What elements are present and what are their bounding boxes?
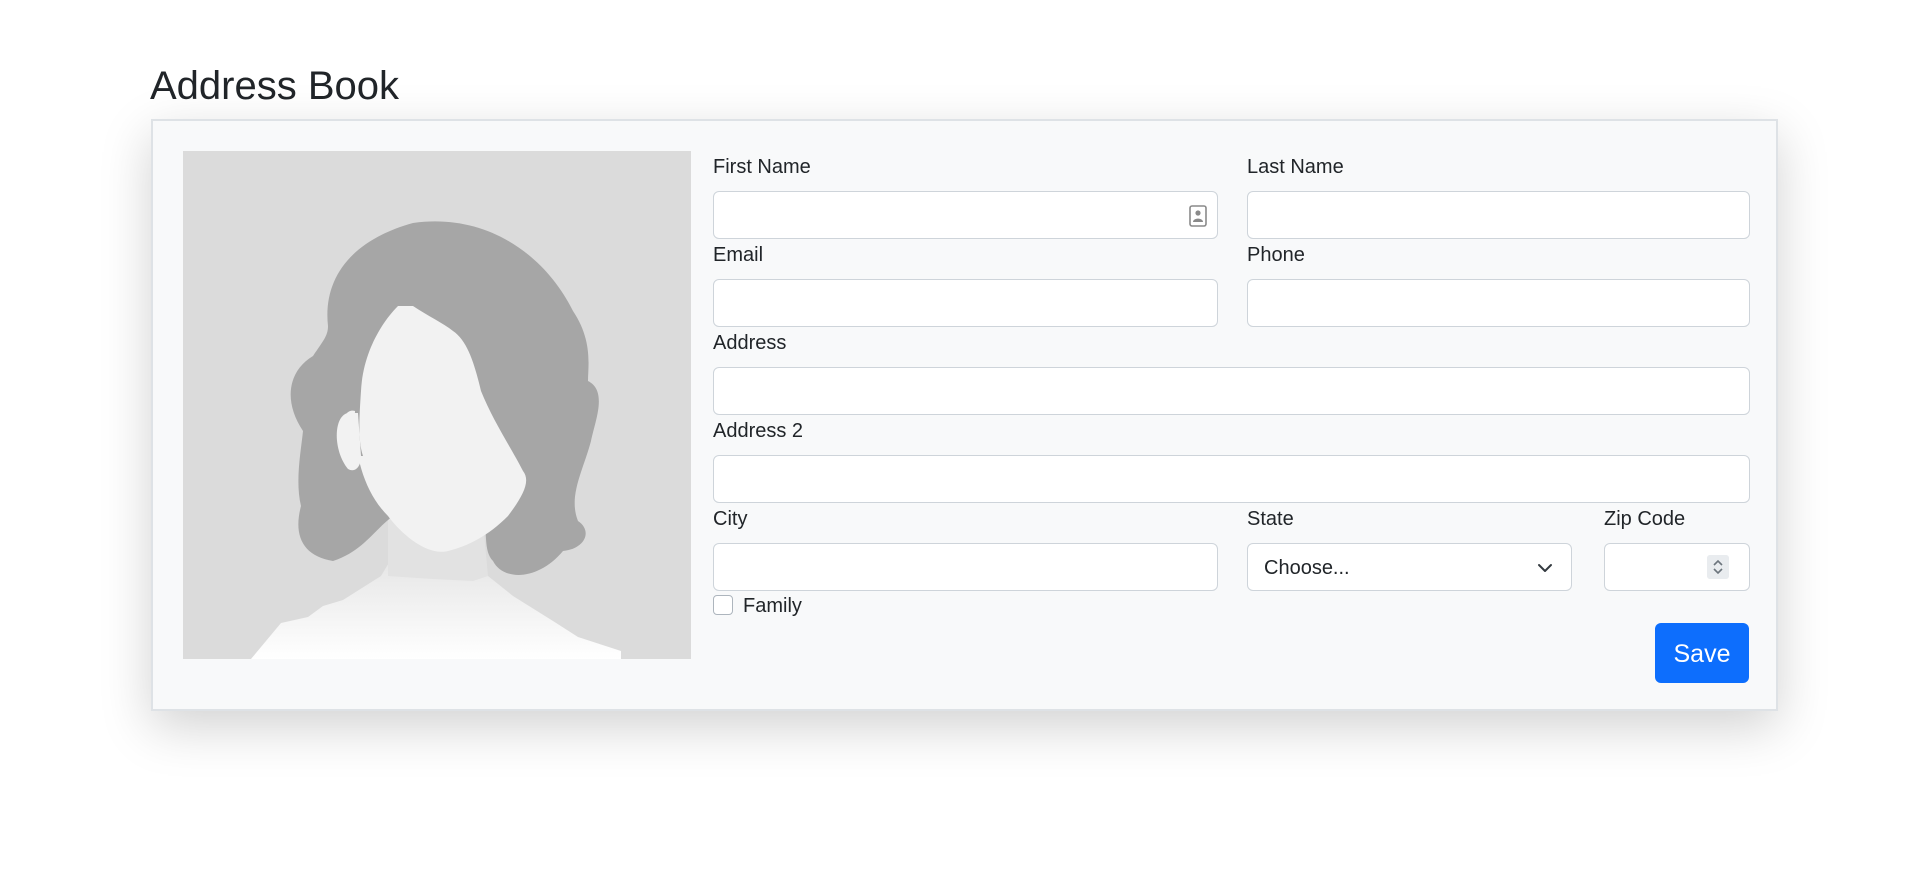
chevron-down-icon xyxy=(1538,564,1552,572)
family-label: Family xyxy=(743,595,802,617)
page-title: Address Book xyxy=(150,64,400,108)
first-name-input[interactable] xyxy=(713,191,1218,239)
person-silhouette-icon xyxy=(251,221,621,659)
address2-label: Address 2 xyxy=(713,420,804,442)
phone-label: Phone xyxy=(1247,244,1305,266)
avatar[interactable] xyxy=(183,151,691,659)
address-input[interactable] xyxy=(713,367,1750,415)
family-checkbox[interactable] xyxy=(713,595,733,615)
last-name-label: Last Name xyxy=(1247,156,1344,178)
state-select[interactable]: Choose... xyxy=(1247,543,1572,591)
contact-card-icon[interactable] xyxy=(1189,205,1207,227)
spinner-arrows-icon[interactable] xyxy=(1707,555,1729,579)
state-selected-value: Choose... xyxy=(1264,557,1350,579)
email-input[interactable] xyxy=(713,279,1218,327)
zip-label: Zip Code xyxy=(1604,508,1686,530)
address-label: Address xyxy=(713,332,787,354)
city-input[interactable] xyxy=(713,543,1218,591)
save-button[interactable]: Save xyxy=(1655,623,1749,683)
first-name-label: First Name xyxy=(713,156,811,178)
address2-input[interactable] xyxy=(713,455,1750,503)
phone-input[interactable] xyxy=(1247,279,1750,327)
state-label: State xyxy=(1247,508,1294,530)
city-label: City xyxy=(713,508,748,530)
last-name-input[interactable] xyxy=(1247,191,1750,239)
address-form-card: First Name Last Name Email Phone Address… xyxy=(151,119,1778,711)
email-label: Email xyxy=(713,244,764,266)
